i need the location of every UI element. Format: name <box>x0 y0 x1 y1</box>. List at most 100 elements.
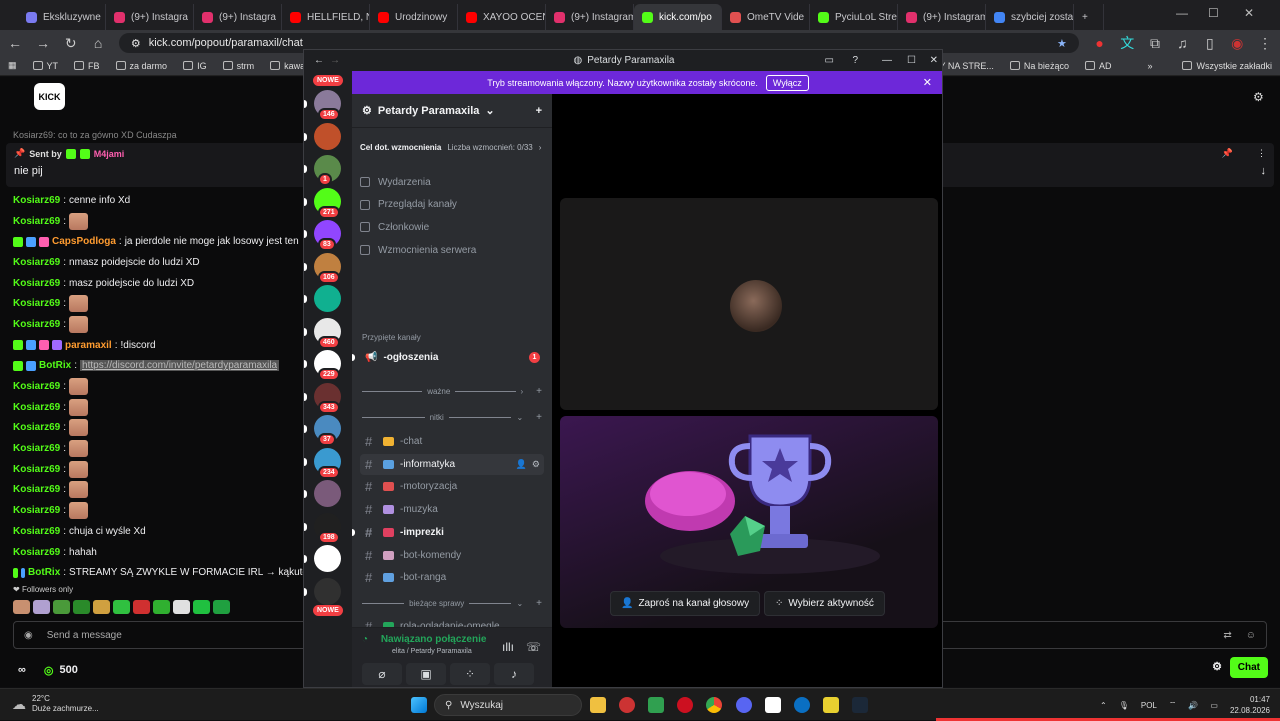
invite-people-icon[interactable]: + <box>536 105 542 117</box>
forward-icon[interactable]: → <box>330 55 340 66</box>
chrome-icon[interactable] <box>706 697 722 713</box>
chat-message[interactable]: Kosiarz69: <box>13 459 308 480</box>
browser-tab[interactable]: Ekskluzywne <box>18 4 106 30</box>
choose-activity-button[interactable]: ⁘ Wybierz aktywność <box>764 591 885 616</box>
microphone-icon[interactable]: 🎙 <box>1119 701 1129 710</box>
channel-item[interactable]: # -bot-ranga <box>360 567 544 588</box>
server-icon[interactable] <box>314 480 341 507</box>
menu-icon[interactable]: ⋮ <box>1258 35 1272 52</box>
users-icon[interactable]: ∞ <box>18 664 26 676</box>
start-icon[interactable] <box>411 697 427 713</box>
minimize-icon[interactable]: — <box>882 55 892 66</box>
close-icon[interactable]: ✕ <box>930 55 938 66</box>
opera-icon[interactable] <box>677 697 693 713</box>
chat-message[interactable]: Kosiarz69: <box>13 314 308 335</box>
close-icon[interactable]: ✕ <box>1244 6 1254 20</box>
pinned-user[interactable]: M4jami <box>94 149 125 159</box>
close-banner-icon[interactable]: ✕ <box>923 76 932 89</box>
inbox-icon[interactable]: ▭ <box>825 55 834 66</box>
chat-message[interactable]: BotRix: https://discord.com/invite/petard… <box>13 356 308 377</box>
camera-off-icon[interactable]: ⌀ <box>362 663 402 685</box>
chat-username[interactable]: Kosiarz69 <box>13 547 60 558</box>
add-channel-icon[interactable]: + <box>536 412 542 423</box>
bookmark-item[interactable]: FB <box>74 61 100 71</box>
channel-item[interactable]: # -informatyka 👤 ⚙ <box>360 453 544 475</box>
emote-icon[interactable] <box>153 600 170 614</box>
apps-icon[interactable]: ▦ <box>8 60 17 71</box>
browser-tab[interactable]: (9+) Instagra <box>106 4 194 30</box>
server-icon[interactable] <box>314 545 341 572</box>
category-wazne[interactable]: ważne › + <box>362 385 542 397</box>
obs-icon[interactable] <box>619 697 635 713</box>
chevron-up-icon[interactable]: ⌃ <box>1100 701 1107 710</box>
home-icon[interactable]: ⌂ <box>91 35 104 51</box>
add-member-icon[interactable]: 👤 <box>516 459 527 470</box>
chat-username[interactable]: paramaxil <box>65 340 112 351</box>
clock[interactable]: 01:47 22.08.2026 <box>1230 694 1270 716</box>
nav-browse[interactable]: Przeglądaj kanały <box>360 195 542 215</box>
more-bookmarks-icon[interactable]: » <box>1147 61 1152 71</box>
site-info-icon[interactable]: ⚙ <box>131 37 141 50</box>
chat-username[interactable]: Kosiarz69 <box>13 484 60 495</box>
chat-message[interactable]: Kosiarz69: <box>13 211 308 232</box>
reload-icon[interactable]: ↻ <box>64 35 77 52</box>
browser-tab[interactable]: Urodzinowy <box>370 4 458 30</box>
channel-announcements[interactable]: 📢 -ogłoszenia 1 <box>352 347 544 368</box>
voice-status[interactable]: ◔ Nawiązano połączenie <box>362 634 486 645</box>
steam-icon[interactable] <box>852 697 868 713</box>
chat-button[interactable]: Chat <box>1229 657 1268 678</box>
chat-username[interactable]: CapsPodloga <box>52 236 116 247</box>
translate-icon[interactable]: ⇄ <box>1223 630 1231 641</box>
voice-channel-name[interactable]: elita / Petardy Paramaxila <box>392 648 472 655</box>
participant-tile[interactable] <box>560 198 938 410</box>
category-biezace[interactable]: bieżące sprawy ⌄ + <box>362 597 542 609</box>
nav-members[interactable]: Członkowie <box>360 217 542 237</box>
unpin-icon[interactable]: 📌 <box>1222 148 1233 159</box>
chat-settings-icon[interactable]: ⚙ <box>1253 90 1264 104</box>
profile-icon[interactable]: ◉ <box>1231 35 1244 52</box>
volume-icon[interactable]: 🔊 <box>1188 701 1198 710</box>
collapse-icon[interactable]: ↓ <box>1261 165 1267 177</box>
bookmark-item[interactable]: strm <box>222 61 254 71</box>
taskbar-search[interactable]: ⚲ Wyszukaj <box>434 694 582 716</box>
chat-message[interactable]: Kosiarz69: <box>13 418 308 439</box>
browser-tab[interactable]: XAYOO OCENIA <box>458 4 546 30</box>
emoji-icon[interactable]: ☺ <box>1246 630 1256 641</box>
capcut-icon[interactable] <box>765 697 781 713</box>
emote-icon[interactable] <box>113 600 130 614</box>
chat-message[interactable]: BotRix: STREAMY SĄ ZWYKLE W FORMACIE IRL … <box>13 562 308 583</box>
minimize-icon[interactable]: — <box>1176 6 1188 20</box>
battery-icon[interactable]: ▭ <box>1210 701 1218 710</box>
extension-record-icon[interactable]: ● <box>1093 35 1106 51</box>
chat-message[interactable]: Kosiarz69: cenne info Xd <box>13 190 308 211</box>
weather-widget[interactable]: ☁ 22°C Duże zachmurze... <box>12 694 99 714</box>
add-channel-icon[interactable]: + <box>536 598 542 609</box>
chat-username[interactable]: Kosiarz69 <box>13 298 60 309</box>
bookmark-star-icon[interactable]: ★ <box>1057 37 1067 50</box>
server-icon[interactable] <box>314 285 341 312</box>
bookmark-item[interactable]: YT <box>32 61 58 71</box>
channel-item[interactable]: # -bot-komendy <box>360 545 544 566</box>
extensions-icon[interactable]: ⧉ <box>1148 35 1161 52</box>
nav-calendar[interactable]: Wydarzenia <box>360 172 542 192</box>
emote-icon[interactable] <box>33 600 50 614</box>
server-icon[interactable] <box>314 577 341 605</box>
chat-message[interactable]: Kosiarz69: chuja ci wyśle Xd <box>13 521 308 542</box>
chat-username[interactable]: Kosiarz69 <box>13 381 60 392</box>
screen-share-icon[interactable]: ▣ <box>406 663 446 685</box>
add-channel-icon[interactable]: + <box>536 386 542 397</box>
chat-username[interactable]: Kosiarz69 <box>13 402 60 413</box>
emote-icon[interactable] <box>193 600 210 614</box>
more-icon[interactable]: ⋮ <box>1257 148 1266 159</box>
category-nitki[interactable]: nitki ⌄ + <box>362 411 542 423</box>
help-icon[interactable]: ? <box>852 55 858 66</box>
chat-message[interactable]: Kosiarz69: <box>13 376 308 397</box>
chat-message[interactable]: Kosiarz69: <box>13 500 308 521</box>
chat-username[interactable]: Kosiarz69 <box>13 526 60 537</box>
disable-streamer-mode-button[interactable]: Wyłącz <box>765 74 809 91</box>
chat-username[interactable]: Kosiarz69 <box>13 443 60 454</box>
disconnect-icon[interactable]: ☏ <box>526 640 541 654</box>
browser-tab[interactable]: PyciuLoL Stream <box>810 4 898 30</box>
media-icon[interactable]: ♫ <box>1176 35 1189 51</box>
chat-username[interactable]: Kosiarz69 <box>13 319 60 330</box>
